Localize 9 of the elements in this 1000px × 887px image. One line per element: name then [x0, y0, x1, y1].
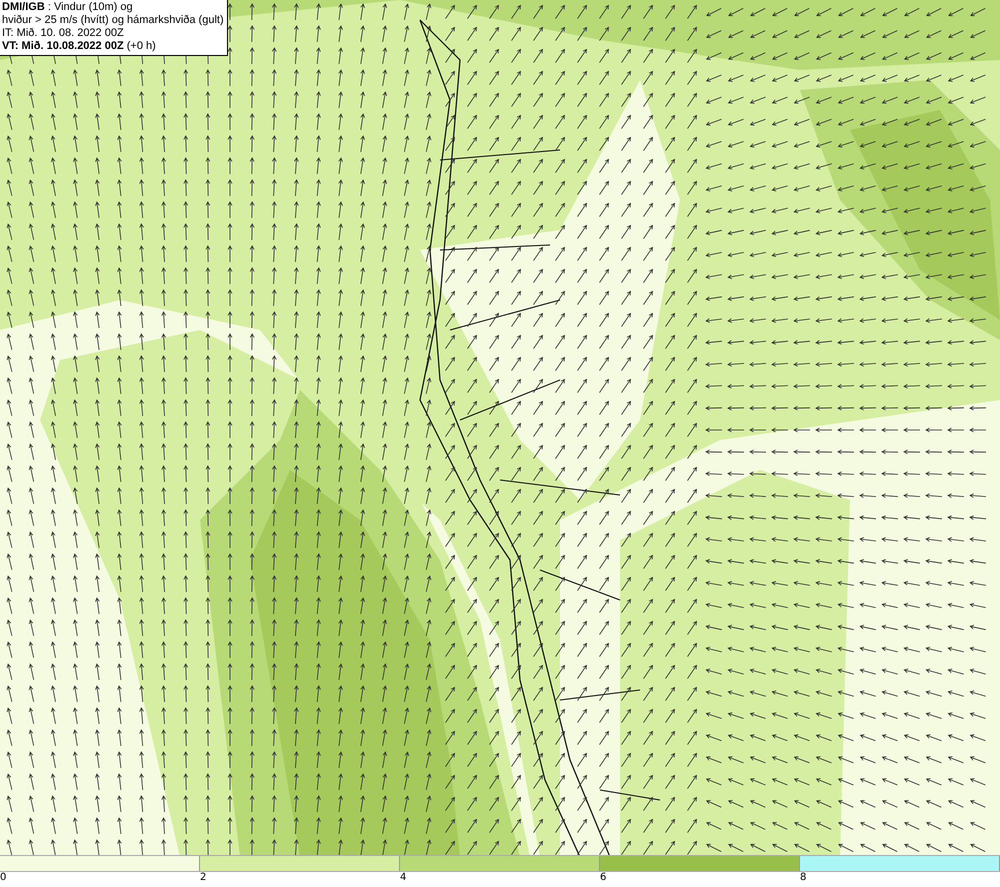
legend-tick-label: 8: [800, 872, 806, 883]
legend-tick-label: 0: [0, 872, 6, 883]
legend-tick-label: 2: [200, 872, 206, 883]
title-line: VT: Mið. 10.08.2022 00Z (+0 h): [2, 40, 157, 53]
legend-tick-label: 6: [600, 872, 606, 883]
title-line: hviður > 25 m/s (hvítt) og hámarkshviða (gult): [2, 14, 224, 27]
title-line: DMI/IGB : Vindur (10m) og: [2, 1, 134, 14]
legend-tick-label: 4: [400, 872, 406, 883]
title-line: IT: Mið. 10. 08. 2022 00Z: [2, 27, 125, 40]
